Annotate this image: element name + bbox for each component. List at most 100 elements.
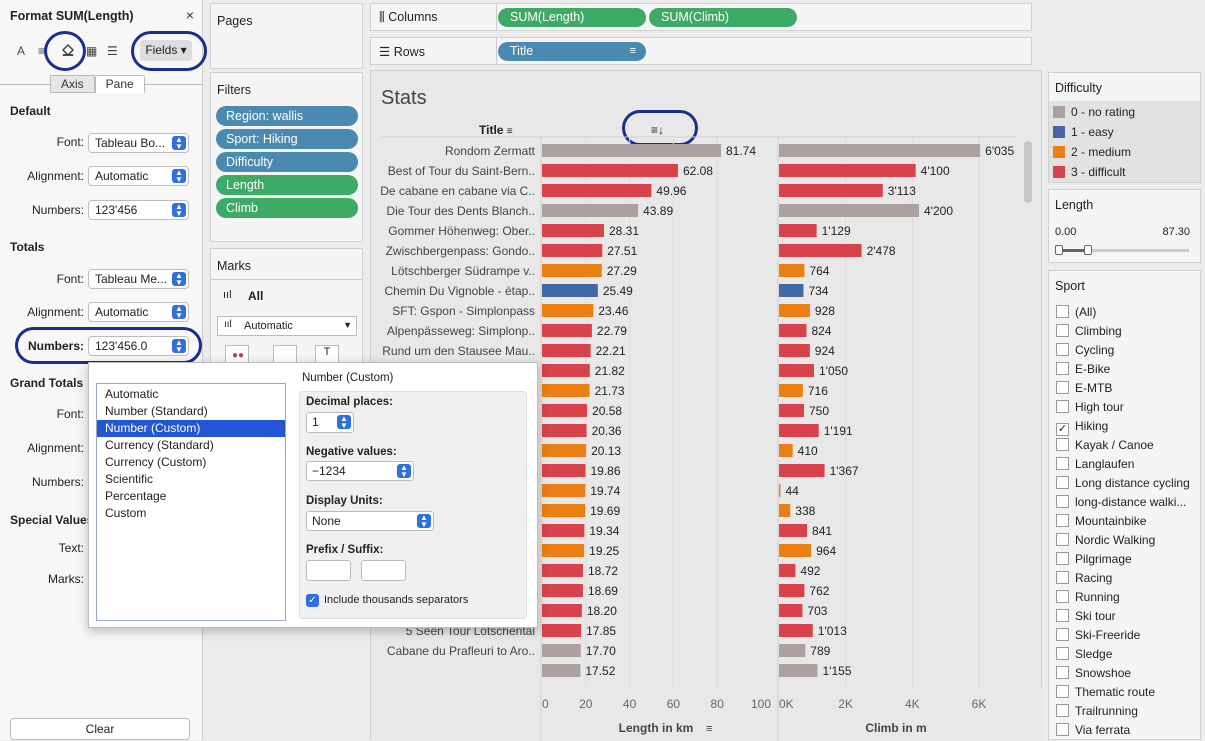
sport-option[interactable]: Sledge [1056,647,1112,661]
climb-bar-label: 1'367 [830,464,859,478]
sport-option[interactable]: Nordic Walking [1056,533,1155,547]
sport-option[interactable]: ✓ Hiking [1056,419,1108,436]
sport-option[interactable]: Long distance cycling [1056,476,1190,490]
sport-option[interactable]: long-distance walki... [1056,495,1186,509]
sort-icon: ≡ [629,45,636,57]
climb-bar-label: 492 [800,564,820,578]
totals-alignment-select[interactable]: Automatic ▲ ▼ [88,302,189,322]
sport-option[interactable]: Thematic route [1056,685,1155,699]
sport-option[interactable]: Pilgrimage [1056,552,1132,566]
row-label: Rund um den Stausee Mau.. [382,344,535,358]
climb-bar-label: 1'155 [823,664,852,678]
number-format-item[interactable]: Number (Standard) [97,403,285,420]
stepper-arrows-icon: ▲ ▼ [172,272,186,287]
sport-option[interactable]: Climbing [1056,324,1122,338]
length-slider-min-handle[interactable] [1055,245,1063,255]
column-pill-climb[interactable]: SUM(Climb) [649,8,797,27]
sport-option[interactable]: High tour [1056,400,1124,414]
checkbox-icon [1056,590,1069,603]
bar-chart-icon: ııl [224,319,232,330]
prefix-input[interactable] [306,560,351,581]
length-slider-max-handle[interactable] [1084,245,1092,255]
sport-option[interactable]: Cycling [1056,343,1114,357]
sport-option[interactable]: Ski-Freeride [1056,628,1140,642]
length-bar-label: 20.58 [592,404,622,418]
format-tabs: Axis Pane [50,75,145,93]
lines-icon[interactable]: ☰ [107,44,118,58]
number-format-item[interactable]: Percentage [97,488,285,505]
scrollbar-thumb[interactable] [1024,141,1032,203]
filter-pill-region[interactable]: Region: wallis [216,106,358,126]
sport-option[interactable]: Mountainbike [1056,514,1146,528]
default-font-label: Font: [56,135,84,149]
mark-type-select[interactable]: Automatic ııl ▼ [217,316,357,336]
filter-pill-climb[interactable]: Climb [216,198,358,218]
legend-item-difficult[interactable]: 3 - difficult [1053,165,1125,179]
prefix-suffix-label: Prefix / Suffix: [306,544,384,556]
climb-bar-label: 762 [809,584,829,598]
sport-option[interactable]: Kayak / Canoe [1056,438,1154,452]
display-units-select[interactable]: None ▲ ▼ [306,511,434,531]
number-format-item[interactable]: Custom [97,505,285,522]
tab-pane[interactable]: Pane [94,75,145,93]
totals-font-select[interactable]: Tableau Me... ▲ ▼ [88,269,189,289]
row-label: Cabane du Prafleuri to Aro.. [387,644,535,658]
pages-card: Pages [210,3,363,69]
climb-bar [779,144,981,157]
row-pill-title[interactable]: Title ≡ [498,42,646,61]
default-numbers-select[interactable]: 123'456 ▲ ▼ [88,200,189,220]
climb-bar [779,384,803,397]
length-bar [542,304,594,317]
number-format-item[interactable]: Scientific [97,471,285,488]
legend-item-easy[interactable]: 1 - easy [1053,125,1114,139]
sport-option[interactable]: Trailrunning [1056,704,1138,718]
number-format-list[interactable]: Automatic Number (Standard) Number (Custom… [96,383,286,621]
sport-option[interactable]: (All) [1056,305,1096,319]
sport-option[interactable]: E-MTB [1056,381,1112,395]
number-format-item[interactable]: Number (Custom) [97,420,285,437]
sport-option[interactable]: Snowshoe [1056,666,1131,680]
filter-pill-difficulty[interactable]: Difficulty [216,152,358,172]
climb-bar-label: 4'100 [921,164,950,178]
default-alignment-select[interactable]: Automatic ▲ ▼ [88,166,189,186]
length-bar-label: 49.96 [656,184,686,198]
negative-values-select[interactable]: −1234 ▲ ▼ [306,461,414,481]
decimal-places-stepper[interactable]: 1 ▲ ▼ [306,412,354,433]
number-format-item[interactable]: Automatic [97,386,285,403]
filter-pill-sport[interactable]: Sport: Hiking [216,129,358,149]
grand-font-label: Font: [56,407,84,421]
sport-option[interactable]: Running [1056,590,1120,604]
number-format-item[interactable]: Currency (Custom) [97,454,285,471]
column-pill-length[interactable]: SUM(Length) [498,8,646,27]
default-font-select[interactable]: Tableau Bo... ▲ ▼ [88,133,189,153]
length-bar-label: 21.82 [595,364,625,378]
clear-button[interactable]: Clear [10,718,190,740]
marks-all-label: All [248,289,264,303]
borders-icon[interactable]: ▦ [86,44,97,58]
sport-filter-title: Sport [1055,279,1085,293]
legend-item-medium[interactable]: 2 - medium [1053,145,1131,159]
suffix-input[interactable] [361,560,406,581]
filter-pill-length[interactable]: Length [216,175,358,195]
length-min: 0.00 [1055,226,1077,238]
sport-option[interactable]: Ski tour [1056,609,1116,623]
climb-axis-title: Climb in m [865,721,926,735]
length-bar [542,284,598,297]
checkbox-icon [1056,476,1069,489]
climb-axis-tick: 2K [838,697,853,711]
climb-bar [779,524,808,537]
sport-option[interactable]: Via ferrata [1056,723,1130,737]
number-format-item[interactable]: Currency (Standard) [97,437,285,454]
thousands-separator-checkbox[interactable]: ✓ Include thousands separators [306,594,468,607]
climb-bar [779,244,862,257]
sport-option[interactable]: E-Bike [1056,362,1110,376]
legend-item-no-rating[interactable]: 0 - no rating [1053,105,1135,119]
checkbox-icon [1056,514,1069,527]
tab-axis[interactable]: Axis [50,75,95,93]
sport-option[interactable]: Racing [1056,571,1112,585]
filters-card: Filters Region: wallis Sport: Hiking Dif… [210,72,363,242]
sport-option[interactable]: Langlaufen [1056,457,1134,471]
close-icon[interactable]: × [186,7,194,23]
font-format-icon[interactable]: A [17,44,25,58]
stepper-arrows-icon: ▲ ▼ [172,136,186,151]
